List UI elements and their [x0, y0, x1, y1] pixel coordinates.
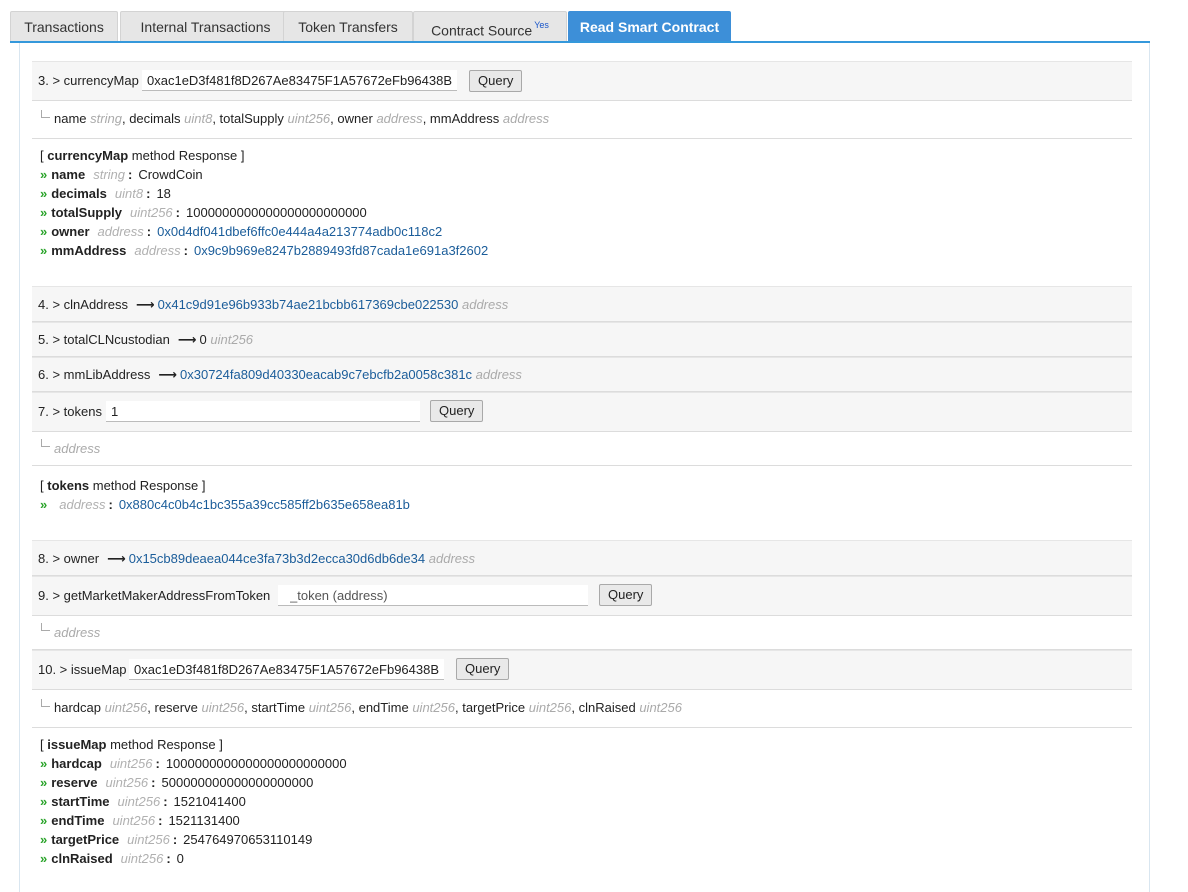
method-outputs: name string, decimals uint8, totalSupply…	[32, 101, 1132, 139]
method-row-issuemap: 10. > issueMap Query	[32, 650, 1132, 690]
method-row-getmarketmakeraddressfromtoken: 9. > getMarketMakerAddressFromToken Quer…	[32, 576, 1132, 616]
address-link[interactable]: 0x9c9b969e8247b2889493fd87cada1e691a3f26…	[194, 243, 488, 258]
response-line: » clnRaised uint256:0	[40, 851, 184, 866]
tab-label: Transactions	[24, 19, 104, 35]
method-response: [ tokens method Response ] » address:0x88…	[40, 476, 410, 514]
currencymap-input[interactable]	[142, 70, 457, 91]
outputs-list: name string, decimals uint8, totalSupply…	[54, 111, 550, 126]
tree-connector	[41, 623, 50, 631]
method-label: 5. > totalCLNcustodian ⟶ 0 uint256	[38, 332, 254, 347]
read-contract-panel: 3. > currencyMap Query name string, deci…	[19, 43, 1150, 892]
query-button[interactable]: Query	[456, 658, 510, 680]
method-row-mmlibaddress: 6. > mmLibAddress ⟶ 0x30724fa809d40330eaca…	[32, 357, 1132, 392]
address-link[interactable]: 0x41c9d91e96b933b74ae21bcbb617369cbe0225…	[158, 297, 459, 312]
tab-bar: Transactions Internal Transactions Token…	[10, 11, 1150, 43]
tokens-input[interactable]	[106, 401, 420, 422]
response-line: » name string: CrowdCoin	[40, 167, 203, 182]
method-label: 8. > owner ⟶ 0x15cb89deaea044ce3fa73b3d2ec…	[38, 551, 475, 566]
tab-internal-transactions[interactable]: Internal Transactions	[120, 11, 291, 41]
tab-label: Internal Transactions	[140, 19, 271, 35]
tree-connector	[41, 439, 50, 447]
response-line: » startTime uint256:1521041400	[40, 794, 246, 809]
method-response: [ issueMap method Response ] » hardcap uin…	[40, 735, 347, 868]
method-label: 3. > currencyMap	[38, 73, 139, 88]
outputs-list: hardcap uint256, reserve uint256, startT…	[54, 700, 682, 715]
response-line: » mmAddress address:0x9c9b969e8247b2889493…	[40, 243, 489, 258]
verified-badge: Yes	[534, 20, 549, 30]
method-response: [ currencyMap method Response ] » name str…	[40, 146, 488, 260]
method-label: 10. > issueMap	[38, 662, 127, 677]
response-line: » address:0x880c4c0b4c1bc355a39cc585ff2b6…	[40, 497, 410, 512]
method-outputs: hardcap uint256, reserve uint256, startT…	[32, 690, 1132, 728]
method-outputs: address	[32, 616, 1132, 650]
tree-connector	[41, 110, 50, 118]
method-label: 9. > getMarketMakerAddressFromToken	[38, 588, 271, 603]
address-link[interactable]: 0x15cb89deaea044ce3fa73b3d2ecca30d6db6de…	[129, 551, 425, 566]
response-line: » decimals uint8:18	[40, 186, 171, 201]
response-line: » reserve uint256:500000000000000000000	[40, 775, 314, 790]
tab-contract-source[interactable]: Contract Source Yes	[413, 11, 567, 41]
address-link[interactable]: 0x0d4df041dbef6ffc0e444a4a213774adb0c118…	[157, 224, 442, 239]
tab-token-transfers[interactable]: Token Transfers	[283, 11, 413, 41]
response-header: [ tokens method Response ]	[40, 478, 206, 493]
response-line: » targetPrice uint256:254764970653110149	[40, 832, 313, 847]
output-type: address	[54, 441, 101, 456]
method-row-clnaddress: 4. > clnAddress ⟶ 0x41c9d91e96b933b74ae21b…	[32, 286, 1132, 322]
method-row-tokens: 7. > tokens Query	[32, 392, 1132, 432]
tab-label: Contract Source	[431, 22, 533, 39]
response-header: [ currencyMap method Response ]	[40, 148, 245, 163]
method-row-owner: 8. > owner ⟶ 0x15cb89deaea044ce3fa73b3d2ec…	[32, 540, 1132, 576]
response-line: » owner address:0x0d4df041dbef6ffc0e444a4a…	[40, 224, 443, 239]
response-line: » endTime uint256:1521131400	[40, 813, 240, 828]
tree-connector	[41, 699, 50, 707]
query-button[interactable]: Query	[599, 584, 653, 606]
response-line: » totalSupply uint256:10000000000000000000…	[40, 205, 367, 220]
output-type: address	[54, 625, 101, 640]
method-outputs: address	[32, 432, 1132, 466]
address-link[interactable]: 0x880c4c0b4c1bc355a39cc585ff2b635e658ea8…	[119, 497, 410, 512]
tab-label: Token Transfers	[298, 19, 398, 35]
issuemap-input[interactable]	[129, 659, 444, 680]
method-label: 6. > mmLibAddress ⟶ 0x30724fa809d40330eaca…	[38, 367, 522, 382]
tab-transactions[interactable]: Transactions	[10, 11, 118, 41]
query-button[interactable]: Query	[469, 70, 523, 92]
token-address-input[interactable]	[278, 585, 588, 606]
query-button[interactable]: Query	[430, 400, 484, 422]
address-link[interactable]: 0x30724fa809d40330eacab9c7ebcfb2a0058c38…	[180, 367, 472, 382]
method-row-totalclncustodian: 5. > totalCLNcustodian ⟶ 0 uint256	[32, 322, 1132, 357]
response-header: [ issueMap method Response ]	[40, 737, 223, 752]
method-row-currencymap: 3. > currencyMap Query	[32, 61, 1132, 101]
method-label: 7. > tokens	[38, 404, 102, 419]
tab-read-smart-contract[interactable]: Read Smart Contract	[568, 11, 731, 41]
tab-label: Read Smart Contract	[579, 19, 720, 35]
method-label: 4. > clnAddress ⟶ 0x41c9d91e96b933b74ae21b…	[38, 297, 509, 312]
response-line: » hardcap uint256:100000000000000000000000…	[40, 756, 347, 771]
